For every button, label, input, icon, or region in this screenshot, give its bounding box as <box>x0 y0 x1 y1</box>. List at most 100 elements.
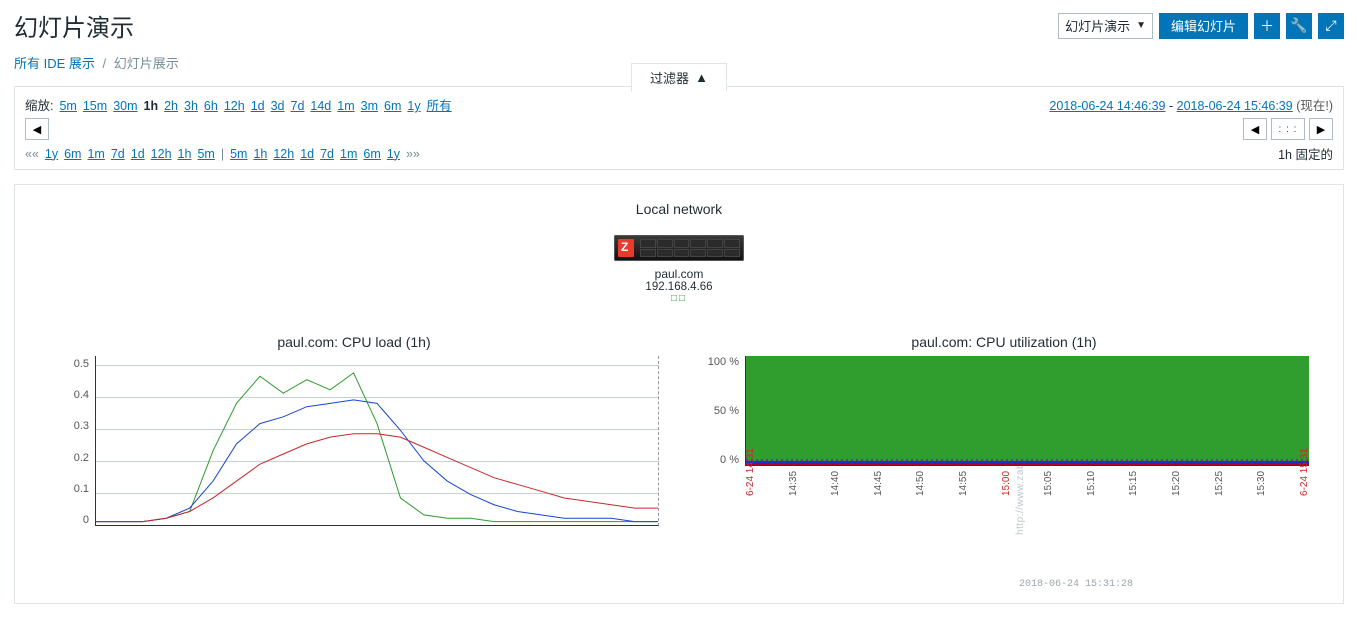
filter-toggle-tab[interactable]: 过滤器 ▲ <box>631 63 727 92</box>
filter-box: 过滤器 ▲ 缩放: 5m15m30m1h2h3h6h12h1d3d7d14d1m… <box>14 86 1344 170</box>
breadcrumb-root[interactable]: 所有 IDE 展示 <box>14 56 95 71</box>
zoom-option-15m[interactable]: 15m <box>83 99 107 113</box>
shift-first-icon[interactable]: «« <box>25 147 39 161</box>
zoom-options: 缩放: 5m 15m 30m 1h 2h 3h 6h 12h 1d 3d 7d 14d 1m 3m 6m 1y… <box>25 95 452 114</box>
cpu-util-xaxis: 6-24 14:3114:3514:4014:4514:5014:5515:00… <box>745 466 1309 479</box>
wrench-icon: 🔧 <box>1290 17 1307 34</box>
chevron-right-icon: ▶ <box>1317 123 1325 136</box>
ytick: 0.2 <box>74 452 89 464</box>
shift-option[interactable]: 1y <box>45 147 58 161</box>
xtick: 15:25 <box>1214 486 1225 496</box>
date-to[interactable]: 2018-06-24 15:46:39 <box>1177 99 1293 113</box>
series-5m <box>96 400 658 522</box>
shift-options: ««1y6m1m7d1d12h1h5m|5m1h12h1d7d1m6m1y»» <box>25 147 420 161</box>
host-status: □□ <box>589 293 769 304</box>
add-button[interactable]: ＋ <box>1254 13 1280 39</box>
zoom-option-2h[interactable]: 2h <box>164 99 178 113</box>
config-button[interactable]: 🔧 <box>1286 13 1312 39</box>
shift-option[interactable]: 1y <box>387 147 400 161</box>
xtick: 14:45 <box>873 486 884 496</box>
network-map-title: Local network <box>25 201 1333 217</box>
zoom-option-12h[interactable]: 12h <box>224 99 245 113</box>
time-next-button[interactable]: ▶ <box>1309 118 1333 140</box>
shift-option[interactable]: 1d <box>300 147 314 161</box>
now-label: (现在!) <box>1296 99 1333 113</box>
edit-slideshow-button[interactable]: 编辑幻灯片 <box>1159 13 1248 39</box>
breadcrumb-current: 幻灯片展示 <box>114 56 179 71</box>
time-zoomout-prev-button[interactable]: ◀ <box>1243 118 1267 140</box>
date-from[interactable]: 2018-06-24 14:46:39 <box>1049 99 1165 113</box>
page-header: 幻灯片演示 幻灯片演示 ▼ 编辑幻灯片 ＋ 🔧 ⤢ <box>0 0 1358 45</box>
zoom-row: 缩放: 5m 15m 30m 1h 2h 3h 6h 12h 1d 3d 7d 14d 1m 3m 6m 1y… <box>25 95 1333 114</box>
zoom-option-6m[interactable]: 6m <box>384 99 401 113</box>
cpu-util-area: 100 %50 %0 % <box>699 356 1309 466</box>
shift-option[interactable]: 1h <box>253 147 267 161</box>
filter-body: 缩放: 5m 15m 30m 1h 2h 3h 6h 12h 1d 3d 7d 14d 1m 3m 6m 1y… <box>15 87 1343 169</box>
cpu-load-plot <box>95 356 659 526</box>
server-icon: Z <box>614 235 744 261</box>
shift-option[interactable]: 6m <box>64 147 81 161</box>
charts-row: paul.com: CPU load (1h) 0.50.40.30.20.10… <box>25 334 1333 526</box>
zoom-option-1y[interactable]: 1y <box>407 99 420 113</box>
xtick-start: 6-24 14:31 <box>745 486 756 496</box>
breadcrumb-sep: / <box>99 56 111 71</box>
page-title: 幻灯片演示 <box>14 8 134 43</box>
xtick: 15:05 <box>1043 486 1054 496</box>
plus-icon: ＋ <box>1260 16 1274 36</box>
ytick: 0.4 <box>74 389 89 401</box>
zoom-option-1d[interactable]: 1d <box>251 99 265 113</box>
shift-option[interactable]: 5m <box>197 147 214 161</box>
shift-option[interactable]: 5m <box>230 147 247 161</box>
zoom-option-3h[interactable]: 3h <box>184 99 198 113</box>
zoom-option-7d[interactable]: 7d <box>291 99 305 113</box>
zoom-option-5m[interactable]: 5m <box>59 99 76 113</box>
ytick: 0 <box>83 514 89 526</box>
zoom-option-3d[interactable]: 3d <box>271 99 285 113</box>
shift-option[interactable]: 1m <box>87 147 104 161</box>
ytick: 100 % <box>708 356 739 368</box>
fullscreen-button[interactable]: ⤢ <box>1318 13 1344 39</box>
zoom-option-30m[interactable]: 30m <box>113 99 137 113</box>
time-prev-button[interactable]: ◀ <box>25 118 49 140</box>
cpu-load-yaxis: 0.50.40.30.20.10 <box>49 356 95 526</box>
xtick: 14:35 <box>788 486 799 496</box>
zoom-label: 缩放: <box>25 95 53 114</box>
chevron-down-icon: ▼ <box>1136 20 1146 31</box>
header-actions: 幻灯片演示 ▼ 编辑幻灯片 ＋ 🔧 ⤢ <box>1058 13 1344 39</box>
dropdown-selected: 幻灯片演示 <box>1065 16 1130 35</box>
zoom-option-3m[interactable]: 3m <box>361 99 378 113</box>
cpu-load-svg <box>96 356 658 525</box>
shift-option[interactable]: 12h <box>273 147 294 161</box>
xtick: 14:50 <box>915 486 926 496</box>
zabbix-logo-icon: Z <box>621 240 628 254</box>
shift-option[interactable]: 1h <box>178 147 192 161</box>
cpu-load-area: 0.50.40.30.20.10 <box>49 356 659 526</box>
shift-option[interactable]: 7d <box>111 147 125 161</box>
shift-option[interactable]: 6m <box>363 147 380 161</box>
slideshow-dropdown[interactable]: 幻灯片演示 ▼ <box>1058 13 1153 39</box>
shift-option[interactable]: 1m <box>340 147 357 161</box>
xtick: 15:00 <box>1001 486 1012 496</box>
server-bays-icon <box>640 239 740 257</box>
xtick: 15:15 <box>1128 486 1139 496</box>
cpu-load-title: paul.com: CPU load (1h) <box>49 334 659 350</box>
xtick: 15:20 <box>1171 486 1182 496</box>
host-block[interactable]: Z paul.com 192.168.4.66 □□ <box>589 235 769 304</box>
filter-tab-label: 过滤器 <box>650 68 689 87</box>
time-nav-right: ◀ : : : ▶ <box>1243 118 1333 140</box>
time-nav-row: ◀ ◀ : : : ▶ <box>25 118 1333 140</box>
shift-option[interactable]: 7d <box>320 147 334 161</box>
shift-option[interactable]: 1d <box>131 147 145 161</box>
zoom-option-所有[interactable]: 所有 <box>427 95 452 114</box>
host-name: paul.com <box>589 267 769 281</box>
shift-last-icon[interactable]: »» <box>406 147 420 161</box>
zoom-option-14d[interactable]: 14d <box>310 99 331 113</box>
zoom-option-1h[interactable]: 1h <box>144 99 159 113</box>
expand-icon: ⤢ <box>1325 17 1336 34</box>
zoom-option-1m[interactable]: 1m <box>337 99 354 113</box>
zoom-option-6h[interactable]: 6h <box>204 99 218 113</box>
shift-row: ««1y6m1m7d1d12h1h5m|5m1h12h1d7d1m6m1y»» … <box>25 144 1333 163</box>
cpu-util-yaxis: 100 %50 %0 % <box>699 356 745 466</box>
shift-option[interactable]: 12h <box>151 147 172 161</box>
chevron-left-icon: ◀ <box>33 123 41 136</box>
